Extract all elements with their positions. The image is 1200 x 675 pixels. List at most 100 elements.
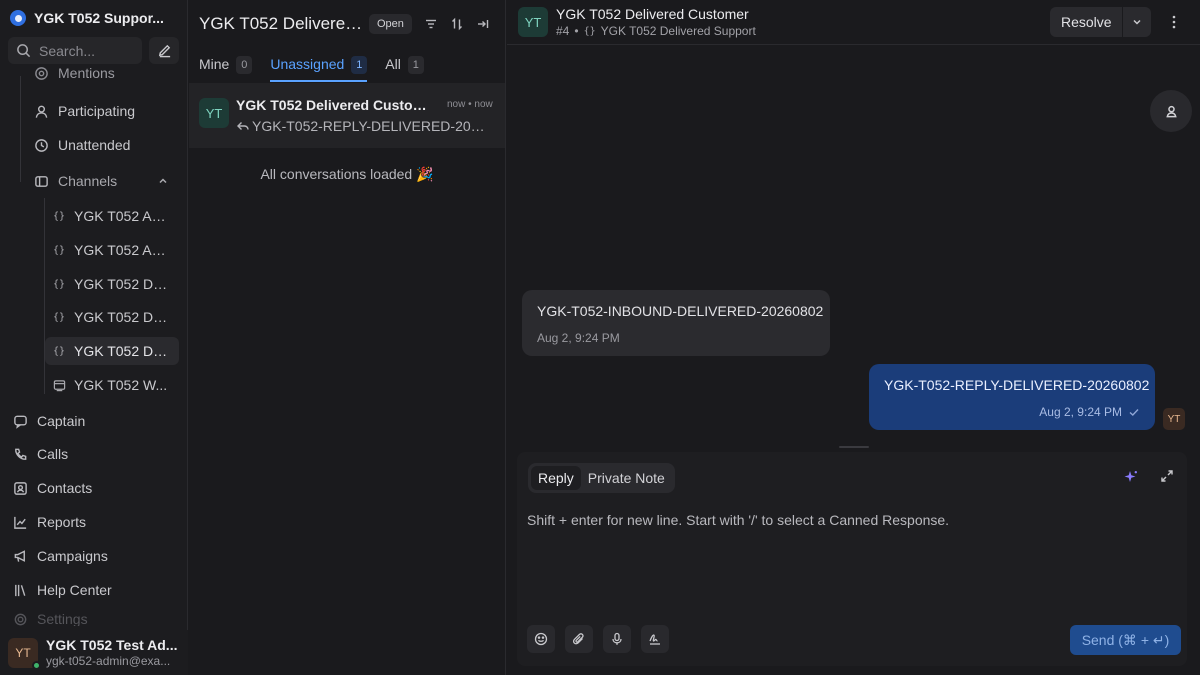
chevron-down-icon xyxy=(1131,16,1143,28)
voice-record-button[interactable] xyxy=(603,625,631,653)
sidebar-item-contacts[interactable]: Contacts xyxy=(12,474,92,502)
sidebar-item-settings[interactable]: Settings xyxy=(12,612,88,626)
sidebar-channel-item[interactable]: {} YGK T052 De... xyxy=(45,270,179,298)
sidebar-item-help-center[interactable]: Help Center xyxy=(12,576,112,604)
sidebar-channel-item[interactable]: {} YGK T052 AP... xyxy=(45,202,179,230)
search-input[interactable] xyxy=(39,42,135,59)
channel-label: YGK T052 De... xyxy=(74,276,170,292)
status-filter-badge[interactable]: Open xyxy=(369,14,412,34)
contact-name[interactable]: YGK T052 Delivered Customer xyxy=(556,6,749,22)
at-icon xyxy=(33,65,49,81)
profile-email: ygk-t052-admin@exa... xyxy=(46,654,171,668)
sidebar-channel-item[interactable]: {} YGK T052 AP... xyxy=(45,236,179,264)
sidebar-item-campaigns[interactable]: Campaigns xyxy=(12,542,108,570)
website-icon xyxy=(52,378,66,392)
sidebar-item-channels[interactable]: Channels xyxy=(33,167,173,195)
sidebar-item-label: Calls xyxy=(37,446,69,462)
signature-icon xyxy=(648,632,662,646)
reply-composer: Reply Private Note Shift + enter for new… xyxy=(517,452,1187,666)
contact-card-icon xyxy=(12,480,28,496)
contact-details-button[interactable] xyxy=(1150,90,1192,132)
sidebar-item-participating[interactable]: Participating xyxy=(33,97,135,125)
avatar[interactable]: YT xyxy=(518,7,548,37)
expand-editor-button[interactable] xyxy=(1160,469,1174,483)
workspace-logo-icon xyxy=(10,10,26,26)
conversation-tabs: Mine 0 Unassigned 1 All 1 xyxy=(199,52,442,82)
gear-icon xyxy=(12,612,28,626)
arrow-to-right-icon xyxy=(476,17,490,31)
filter-icon xyxy=(424,17,438,31)
avatar: YT xyxy=(199,98,229,128)
all-loaded-message: All conversations loaded 🎉 xyxy=(260,166,434,182)
sidebar-item-label: Captain xyxy=(37,413,86,429)
sidebar-item-label: Settings xyxy=(37,612,88,626)
sidebar-item-reports[interactable]: Reports xyxy=(12,508,86,536)
pencil-icon xyxy=(157,43,172,58)
search-icon xyxy=(16,43,31,58)
sidebar-channel-item-active[interactable]: {} YGK T052 De... xyxy=(45,337,179,365)
tab-label: Unassigned xyxy=(270,56,345,72)
phone-icon xyxy=(12,446,28,462)
collapse-panel-button[interactable] xyxy=(472,13,494,35)
message-input[interactable]: Shift + enter for new line. Start with '… xyxy=(527,512,1167,528)
sidebar-channel-item[interactable]: {} YGK T052 De... xyxy=(45,303,179,331)
sidebar-item-label: Reports xyxy=(37,514,87,530)
api-icon: {} xyxy=(583,25,596,37)
sidebar-item-unattended[interactable]: Unattended xyxy=(33,131,130,159)
tab-all[interactable]: All 1 xyxy=(385,52,424,82)
tab-unassigned[interactable]: Unassigned 1 xyxy=(270,52,368,82)
chevron-up-icon[interactable] xyxy=(157,175,169,187)
sidebar-channel-item[interactable]: YGK T052 W... xyxy=(45,371,179,399)
channel-label: YGK T052 AP... xyxy=(74,242,170,258)
signature-button[interactable] xyxy=(641,625,669,653)
attach-button[interactable] xyxy=(565,625,593,653)
conversation-list: YGK T052 Delivered ... Open Mine 0 Unass… xyxy=(189,0,506,675)
paperclip-icon xyxy=(572,632,586,646)
workspace-switcher[interactable]: YGK T052 Suppor... xyxy=(10,8,180,28)
smiley-icon xyxy=(534,632,548,646)
resize-handle[interactable] xyxy=(839,446,869,448)
sidebar-item-captain[interactable]: Captain xyxy=(12,407,85,435)
search-box[interactable] xyxy=(8,37,142,64)
tab-mine[interactable]: Mine 0 xyxy=(199,52,253,82)
sidebar-item-label: Contacts xyxy=(37,480,93,496)
api-icon: {} xyxy=(52,278,66,290)
user-profile[interactable]: YT YGK T052 Test Ad... ygk-t052-admin@ex… xyxy=(0,630,188,675)
outgoing-message: YGK-T052-REPLY-DELIVERED-20260802 Aug 2,… xyxy=(869,364,1155,430)
conversation-preview: YGK-T052-REPLY-DELIVERED-2026... xyxy=(236,118,488,134)
sort-button[interactable] xyxy=(446,13,468,35)
sidebar-item-mentions[interactable]: Mentions xyxy=(33,63,115,83)
separator-dot: • xyxy=(574,24,579,38)
profile-text: YGK T052 Test Ad... ygk-t052-admin@exa..… xyxy=(46,637,178,668)
tab-label: All xyxy=(385,56,401,72)
tab-count-badge: 0 xyxy=(236,56,253,74)
ai-assist-button[interactable] xyxy=(1123,469,1139,485)
conversation-card[interactable]: YT YGK T052 Delivered Custom... now • no… xyxy=(189,83,505,148)
emoji-button[interactable] xyxy=(527,625,555,653)
sidebar-item-calls[interactable]: Calls xyxy=(12,440,68,468)
sparkle-icon xyxy=(1123,469,1139,485)
message-text: YGK-T052-INBOUND-DELIVERED-20260802 xyxy=(537,303,824,319)
send-button[interactable]: Send (⌘ + ↵) xyxy=(1070,625,1181,655)
conversation-timestamp: now • now xyxy=(447,99,493,110)
resolve-button[interactable]: Resolve xyxy=(1050,14,1122,30)
tab-private-note[interactable]: Private Note xyxy=(581,466,672,490)
microphone-icon xyxy=(610,632,624,646)
preview-text: YGK-T052-REPLY-DELIVERED-2026... xyxy=(252,118,488,134)
inbox-title: YGK T052 Delivered ... xyxy=(199,14,364,33)
api-icon: {} xyxy=(52,311,66,323)
message-meta: Aug 2, 9:24 PM xyxy=(884,405,1140,419)
sidebar-item-label: Participating xyxy=(58,103,136,119)
avatar-initials: YT xyxy=(15,645,31,660)
conversation-meta: #4 • {} YGK T052 Delivered Support xyxy=(556,24,756,38)
expand-icon xyxy=(1160,469,1174,483)
compose-button[interactable] xyxy=(149,37,179,64)
chat-bubble-icon xyxy=(12,413,28,429)
resolve-options-button[interactable] xyxy=(1123,16,1151,28)
more-options-button[interactable] xyxy=(1164,11,1184,33)
tab-reply[interactable]: Reply xyxy=(531,466,581,490)
tree-line xyxy=(20,76,21,182)
tab-label: Mine xyxy=(199,56,230,72)
sidebar-item-label: Mentions xyxy=(58,65,115,81)
filter-button[interactable] xyxy=(420,13,442,35)
